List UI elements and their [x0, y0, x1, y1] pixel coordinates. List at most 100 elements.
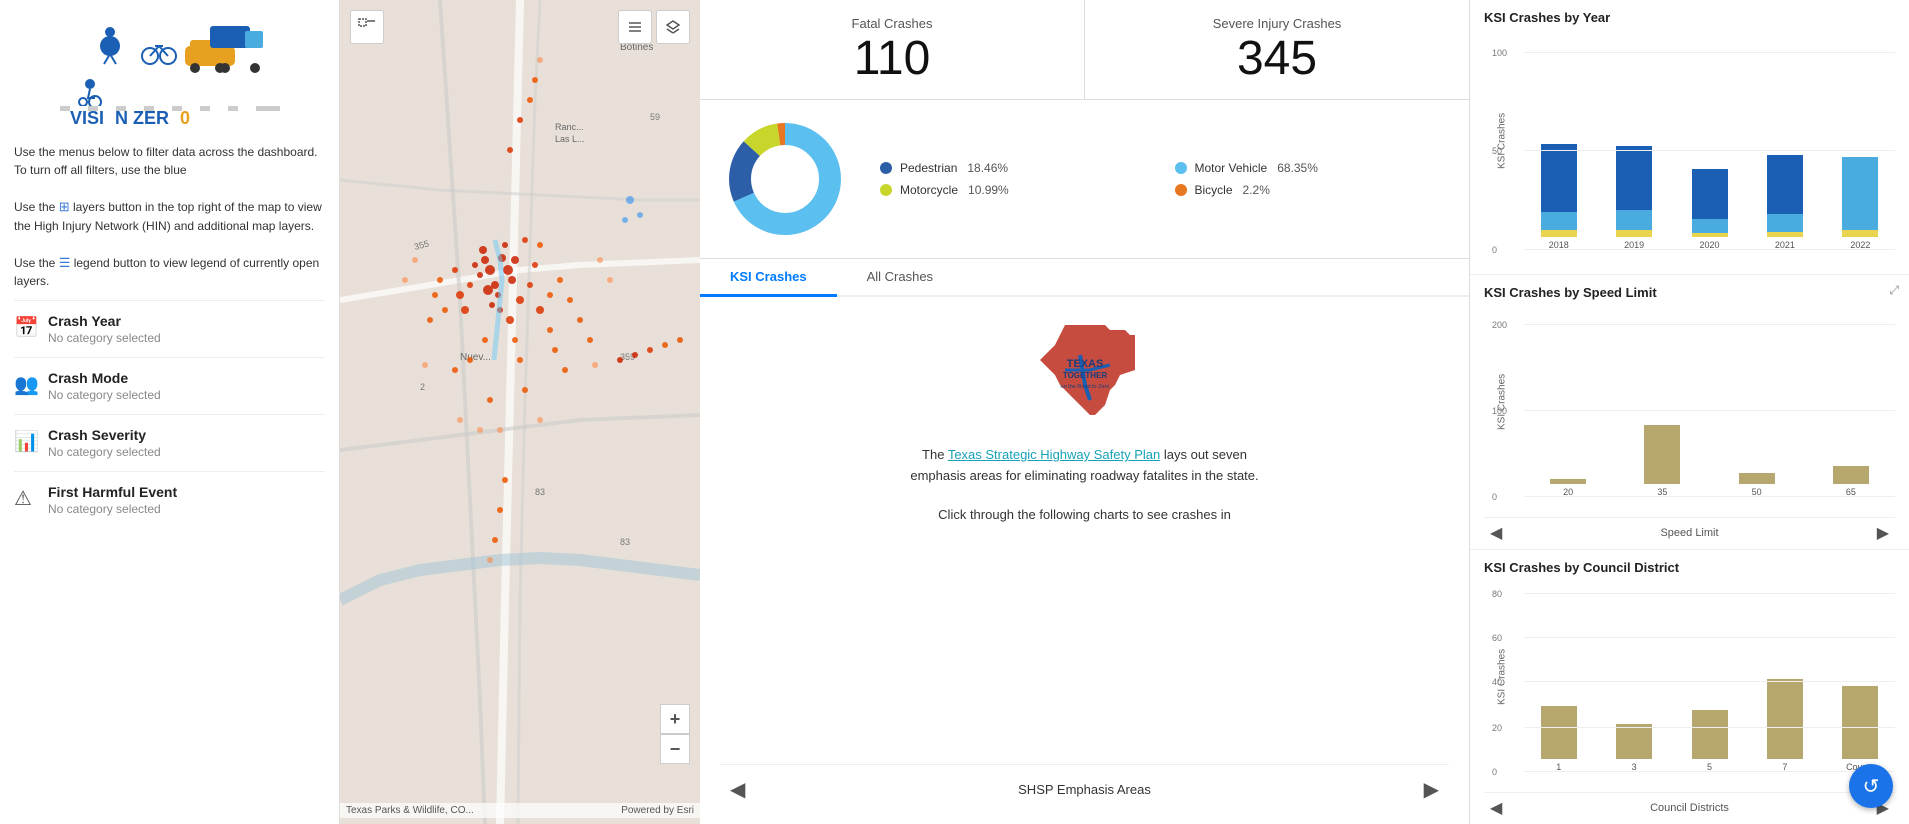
x-label-2022: 2022 — [1850, 240, 1870, 250]
motor-vehicle-dot — [1175, 162, 1187, 174]
crash-severity-label: Crash Severity — [48, 427, 161, 443]
council-prev-button[interactable]: ◀ — [1484, 796, 1508, 820]
x-label-2019: 2019 — [1624, 240, 1644, 250]
attribution-right: Powered by Esri — [621, 805, 694, 816]
zoom-out-button[interactable]: − — [660, 734, 690, 764]
motorcycle-dot — [880, 184, 892, 196]
map-area[interactable]: 355 59 2 359 83 83 Nuev... Ranc... Las L… — [340, 0, 700, 824]
svg-text:83: 83 — [620, 537, 630, 547]
legend-pedestrian: Pedestrian 18.46% — [880, 161, 1155, 175]
x-label-2021: 2021 — [1775, 240, 1795, 250]
attribution-left: Texas Parks & Wildlife, CO... — [346, 805, 474, 816]
center-bottom-content: TEXAS TOGETHER on the Road to Zero The T… — [700, 297, 1469, 824]
first-harmful-event-value: No category selected — [48, 502, 177, 516]
calendar-icon: 📅 — [14, 315, 48, 340]
right-panel: KSI Crashes by Year KSI Crashes 0 50 100 — [1469, 0, 1909, 824]
motorcycle-pct: 10.99% — [968, 183, 1009, 197]
filter-crash-year[interactable]: 📅 Crash Year No category selected — [14, 300, 325, 357]
speed-chart-nav: ◀ Speed Limit ▶ — [1484, 517, 1895, 545]
shsp-nav-label: SHSP Emphasis Areas — [1018, 782, 1151, 797]
ksi-by-speed-chart: KSI Crashes 0 100 200 20 — [1484, 306, 1895, 545]
bar-speed-50: 50 — [1713, 384, 1801, 497]
shsp-next-button[interactable]: ▶ — [1414, 773, 1449, 806]
speed-nav-label: Speed Limit — [1660, 527, 1718, 539]
x-label-speed-50: 50 — [1752, 487, 1762, 497]
crash-severity-value: No category selected — [48, 445, 161, 459]
bar-district-5: 5 — [1675, 659, 1744, 772]
crash-year-label: Crash Year — [48, 313, 161, 329]
svg-text:0: 0 — [180, 108, 190, 126]
crash-year-value: No category selected — [48, 331, 161, 345]
reset-button[interactable]: ↺ — [1849, 764, 1893, 808]
map-controls — [618, 10, 690, 44]
layers-button[interactable] — [656, 10, 690, 44]
ksi-by-speed-bars: KSI Crashes 0 100 200 20 — [1484, 306, 1895, 517]
filter-crash-severity[interactable]: 📊 Crash Severity No category selected — [14, 414, 325, 471]
expand-icon-speed[interactable]: ⤢ — [1889, 283, 1899, 298]
bar-district-3: 3 — [1599, 659, 1668, 772]
bar-2020: 2020 — [1675, 137, 1744, 250]
motor-vehicle-label: Motor Vehicle — [1195, 161, 1268, 175]
bicycle-pct: 2.2% — [1243, 183, 1270, 197]
fatal-crashes-stat: Fatal Crashes 110 — [700, 0, 1085, 99]
texas-together-logo: TEXAS TOGETHER on the Road to Zero — [995, 315, 1175, 435]
svg-text:2: 2 — [420, 382, 425, 392]
ksi-speed-y-label: KSI Crashes — [1484, 306, 1520, 497]
shsp-sub-text: Click through the following charts to se… — [938, 505, 1231, 526]
ksi-by-speed-section: KSI Crashes by Speed Limit ⤢ KSI Crashes… — [1470, 275, 1909, 550]
svg-text:59: 59 — [650, 112, 660, 122]
bar-2022: 2022 — [1826, 137, 1895, 250]
zoom-controls: + − — [660, 704, 690, 764]
ksi-by-council-title: KSI Crashes by Council District — [1484, 560, 1895, 575]
crash-mode-label: Crash Mode — [48, 370, 161, 386]
ksi-council-y-label: KSI Crashes — [1484, 581, 1520, 772]
svg-text:on the Road to Zero: on the Road to Zero — [1060, 384, 1109, 390]
shsp-prev-button[interactable]: ◀ — [720, 773, 755, 806]
tab-all-crashes[interactable]: All Crashes — [837, 259, 963, 297]
tab-ksi-crashes[interactable]: KSI Crashes — [700, 259, 837, 297]
svg-text:N ZER: N ZER — [115, 108, 169, 126]
bar-speed-35: 35 — [1618, 384, 1706, 497]
shsp-description: The Texas Strategic Highway Safety Plan … — [905, 445, 1265, 487]
bar-district-1: 1 — [1524, 659, 1593, 772]
shsp-link[interactable]: Texas Strategic Highway Safety Plan — [948, 447, 1160, 462]
zoom-in-button[interactable]: + — [660, 704, 690, 734]
x-label-district-1: 1 — [1556, 762, 1561, 772]
pedestrian-pct: 18.46% — [967, 161, 1008, 175]
filter-first-harmful-event[interactable]: ⚠ First Harmful Event No category select… — [14, 471, 325, 528]
warning-icon: ⚠ — [14, 486, 48, 511]
filter-crash-mode[interactable]: 👥 Crash Mode No category selected — [14, 357, 325, 414]
svg-text:Ranc...: Ranc... — [555, 122, 584, 132]
svg-text:TOGETHER: TOGETHER — [1062, 371, 1107, 380]
first-harmful-event-label: First Harmful Event — [48, 484, 177, 500]
speed-next-button[interactable]: ▶ — [1871, 521, 1895, 545]
svg-text:Nuev...: Nuev... — [460, 352, 491, 363]
sidebar: VISI N ZER 0 WEBB LAREDO Use the menus b… — [0, 0, 340, 824]
severe-injury-value: 345 — [1237, 35, 1317, 83]
x-label-speed-35: 35 — [1657, 487, 1667, 497]
pedestrian-label: Pedestrian — [900, 161, 957, 175]
ksi-by-council-section: KSI Crashes by Council District KSI Cras… — [1470, 550, 1909, 824]
bicycle-dot — [1175, 184, 1187, 196]
ksi-by-speed-title: KSI Crashes by Speed Limit — [1484, 285, 1895, 300]
ksi-by-year-chart: KSI Crashes 0 50 100 2018 — [1484, 31, 1895, 270]
shsp-navigation: ◀ SHSP Emphasis Areas ▶ — [720, 764, 1449, 806]
x-label-2020: 2020 — [1700, 240, 1720, 250]
svg-text:VISI: VISI — [70, 108, 104, 126]
logo-area: VISI N ZER 0 WEBB LAREDO — [14, 16, 325, 131]
bar-district-county: County — [1826, 659, 1895, 772]
map-select-tool[interactable] — [350, 10, 384, 44]
x-label-district-7: 7 — [1782, 762, 1787, 772]
legend-button[interactable] — [618, 10, 652, 44]
bar-2021: 2021 — [1750, 137, 1819, 250]
legend-motor-vehicle: Motor Vehicle 68.35% — [1175, 161, 1450, 175]
x-label-district-3: 3 — [1632, 762, 1637, 772]
ksi-by-year-section: KSI Crashes by Year KSI Crashes 0 50 100 — [1470, 0, 1909, 275]
motorcycle-label: Motorcycle — [900, 183, 958, 197]
speed-prev-button[interactable]: ◀ — [1484, 521, 1508, 545]
x-label-speed-20: 20 — [1563, 487, 1573, 497]
legend-motorcycle: Motorcycle 10.99% — [880, 183, 1155, 197]
bar-speed-20: 20 — [1524, 384, 1612, 497]
bar-speed-65: 65 — [1807, 384, 1895, 497]
legend-bicycle: Bicycle 2.2% — [1175, 183, 1450, 197]
